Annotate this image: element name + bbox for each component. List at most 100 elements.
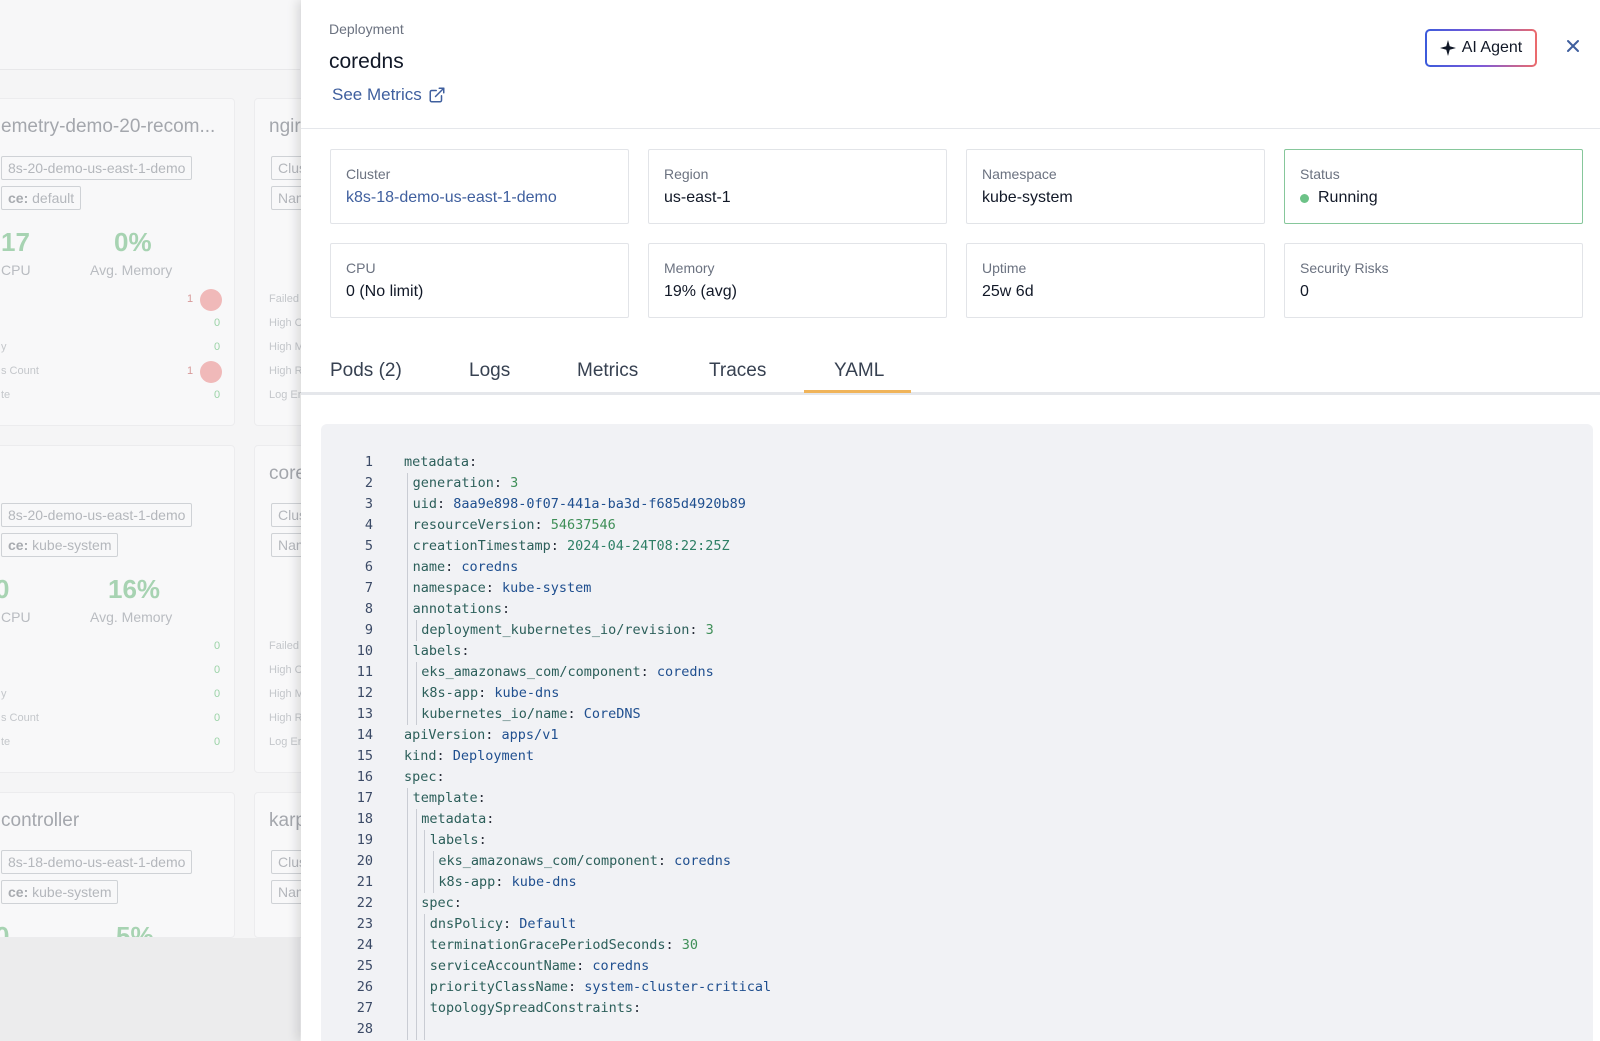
yaml-key: spec xyxy=(421,895,454,911)
code-text: uid: 8aa9e898-0f07-441a-ba3d-f685d4920b8… xyxy=(413,494,746,515)
code-text: priorityClassName: system-cluster-critic… xyxy=(430,977,771,998)
indent-guide xyxy=(415,683,417,704)
cpu-label: CPU xyxy=(1,262,31,278)
line-number: 19 xyxy=(356,832,373,848)
indent-guide xyxy=(415,872,417,893)
yaml-key: kubernetes_io/name xyxy=(421,706,568,722)
tab-yaml[interactable]: YAML xyxy=(834,360,884,382)
yaml-value: 3 xyxy=(697,622,714,638)
line-number: 13 xyxy=(356,706,373,722)
active-tab-indicator xyxy=(804,390,911,393)
metric-label: High R xyxy=(269,712,303,724)
yaml-key: spec xyxy=(404,769,437,785)
status-text: Running xyxy=(1318,189,1378,206)
info-label: Cluster xyxy=(346,166,391,182)
yaml-value: coredns xyxy=(453,559,519,575)
workload-card[interactable]: 8s-20-demo-us-east-1-demo ce: kube-syste… xyxy=(0,445,235,773)
tab-traces[interactable]: Traces xyxy=(709,360,766,382)
info-label: Namespace xyxy=(982,166,1057,182)
indent-guide xyxy=(424,1019,426,1040)
yaml-value: 2024-04-24T08:22:25Z xyxy=(558,538,730,554)
info-value: 0 (No limit) xyxy=(346,283,424,300)
yaml-line: 15 kind: Deployment xyxy=(321,746,1593,767)
background-footer xyxy=(0,938,300,1041)
yaml-colon: : xyxy=(478,832,487,848)
metric-label: y xyxy=(1,341,7,353)
yaml-colon: : xyxy=(486,811,495,827)
yaml-value: Deployment xyxy=(444,748,535,764)
line-number: 10 xyxy=(356,643,373,659)
info-label: Region xyxy=(664,166,709,182)
info-card-cluster: Cluster k8s-18-demo-us-east-1-demo xyxy=(330,149,629,224)
yaml-key: serviceAccountName xyxy=(429,958,577,974)
tabs-divider xyxy=(301,392,1600,395)
indent-guide xyxy=(407,956,408,977)
yaml-colon: : xyxy=(436,769,445,785)
metric-label: Log Er xyxy=(269,736,302,748)
deployment-title: coredns xyxy=(329,50,404,73)
cluster-tag: 8s-20-demo-us-east-1-demo xyxy=(1,156,193,180)
metric-count: 1 xyxy=(187,365,194,377)
yaml-colon: : xyxy=(493,475,503,491)
code-text: dnsPolicy: Default xyxy=(430,914,576,935)
info-value: us-east-1 xyxy=(664,189,731,206)
see-metrics-link[interactable]: See Metrics xyxy=(332,85,446,105)
metric-count: 0 xyxy=(214,736,221,748)
line-number: 9 xyxy=(364,622,373,638)
tab-logs[interactable]: Logs xyxy=(469,360,510,382)
metric-label: High C xyxy=(269,664,303,676)
code-text: labels: xyxy=(430,830,487,851)
line-number: 24 xyxy=(356,937,373,953)
indent-guide xyxy=(424,977,426,998)
metric-label: te xyxy=(1,389,11,401)
yaml-key: k8s-app xyxy=(438,874,496,890)
code-text: creationTimestamp: 2024-04-24T08:22:25Z xyxy=(413,536,730,557)
yaml-colon: : xyxy=(657,853,666,869)
yaml-value: system-cluster-critical xyxy=(576,979,772,995)
yaml-colon: : xyxy=(567,706,576,722)
yaml-value: CoreDNS xyxy=(575,706,641,722)
yaml-key: labels xyxy=(429,832,479,848)
workload-card[interactable]: emetry-demo-20-recom... 8s-20-demo-us-ea… xyxy=(0,98,235,426)
see-metrics-label: See Metrics xyxy=(332,85,422,104)
yaml-line: 9 deployment_kubernetes_io/revision: 3 xyxy=(321,620,1593,641)
line-number: 16 xyxy=(356,769,373,785)
indent-guide xyxy=(407,998,408,1019)
indent-guide xyxy=(407,473,408,494)
tab-metrics[interactable]: Metrics xyxy=(577,360,638,382)
indent-guide xyxy=(424,998,426,1019)
yaml-value: kube-dns xyxy=(486,685,560,701)
yaml-colon: : xyxy=(477,790,486,806)
indent-guide xyxy=(415,914,417,935)
info-value: 25w 6d xyxy=(982,283,1034,300)
metric-count: 0 xyxy=(214,640,221,652)
yaml-key: namespace xyxy=(412,580,486,596)
yaml-key: deployment_kubernetes_io/revision xyxy=(421,622,690,638)
header-divider xyxy=(301,128,1600,129)
yaml-colon: : xyxy=(485,580,494,596)
info-value: kube-system xyxy=(982,189,1073,206)
memory-value: 0% xyxy=(114,227,152,257)
yaml-colon: : xyxy=(461,643,470,659)
yaml-viewer[interactable]: 1 metadata: 2 generation: 3 3 uid: 8aa9e898-0… xyxy=(321,424,1593,1041)
metric-count: 0 xyxy=(214,389,221,401)
line-number: 6 xyxy=(364,559,373,575)
card-title: controller xyxy=(1,810,80,831)
yaml-key: eks_amazonaws_com/component xyxy=(438,853,658,869)
metric-count: 0 xyxy=(214,664,221,676)
line-number: 11 xyxy=(356,664,373,680)
namespace-tag: ce: kube-system xyxy=(1,880,119,904)
yaml-line: 2 generation: 3 xyxy=(321,473,1593,494)
info-card-region: Region us-east-1 xyxy=(648,149,947,224)
indent-guide xyxy=(415,851,417,872)
workload-card[interactable]: controller 8s-18-demo-us-east-1-demo ce:… xyxy=(0,792,235,938)
indent-guide xyxy=(415,809,417,830)
yaml-line: 10 labels: xyxy=(321,641,1593,662)
cluster-link[interactable]: k8s-18-demo-us-east-1-demo xyxy=(346,189,557,207)
yaml-key: name xyxy=(412,559,446,575)
tab-pods[interactable]: Pods (2) xyxy=(330,360,402,382)
ai-agent-button[interactable]: AI Agent xyxy=(1425,29,1537,67)
close-icon[interactable] xyxy=(1563,36,1583,56)
yaml-line: 4 resourceVersion: 54637546 xyxy=(321,515,1593,536)
indent-guide xyxy=(407,578,408,599)
